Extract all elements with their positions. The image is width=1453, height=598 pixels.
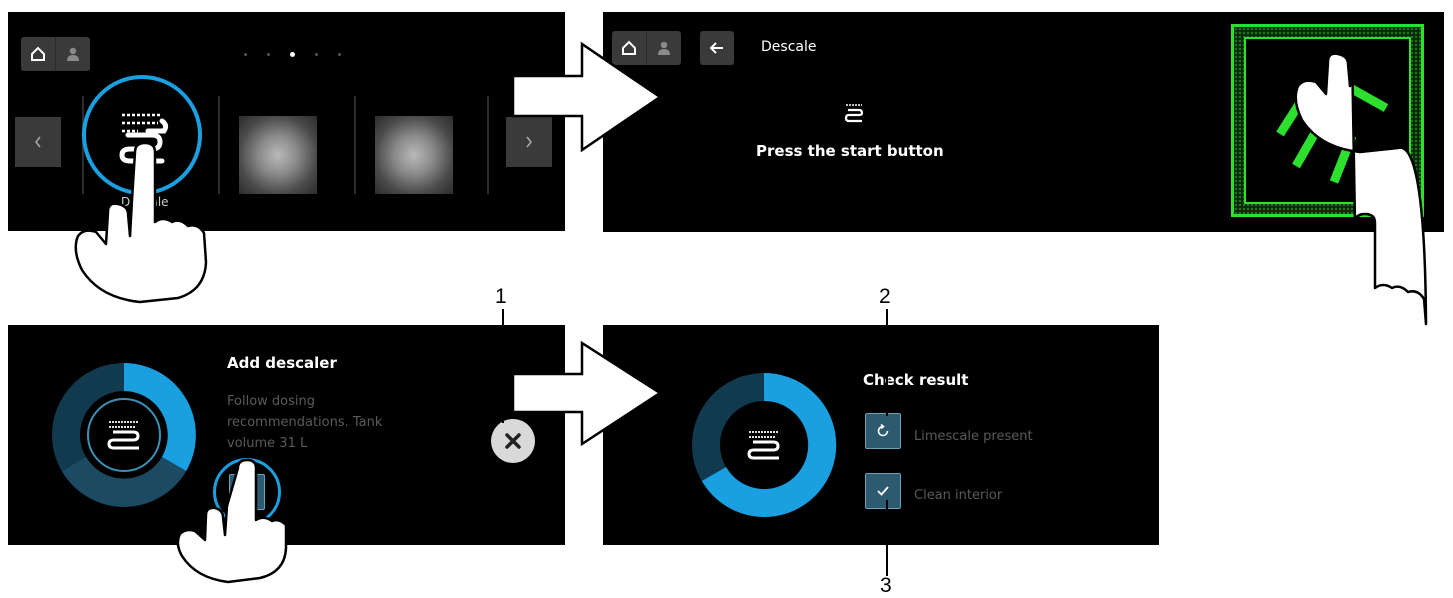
- topbar-buttons: [612, 31, 681, 65]
- chevron-right-icon: [526, 136, 532, 148]
- program-select-screen: Descale: [8, 12, 565, 231]
- screen-title: Add descaler: [227, 354, 337, 372]
- callout-line-2: [886, 309, 888, 416]
- home-button[interactable]: [612, 31, 646, 65]
- page-dot: [315, 53, 318, 56]
- user-icon: [658, 41, 670, 55]
- program-tile[interactable]: [375, 116, 453, 194]
- callout-line-3: [886, 500, 888, 576]
- back-button[interactable]: [700, 31, 734, 65]
- user-button[interactable]: [55, 37, 90, 71]
- page-indicator: [244, 52, 361, 57]
- callout-number-3: 3: [880, 574, 892, 597]
- carousel-prev-button[interactable]: [15, 117, 61, 167]
- check-result-screen: Check result Limescale present Clean int…: [603, 325, 1159, 545]
- start-signal-icon: [1276, 76, 1389, 184]
- user-icon: [67, 47, 79, 61]
- instruction-text: Press the start button: [756, 142, 944, 160]
- start-button-face: [1244, 37, 1411, 204]
- screen-title: Check result: [863, 371, 969, 389]
- descale-icon: [844, 104, 864, 123]
- callout-number-2: 2: [879, 285, 891, 308]
- divider: [354, 96, 356, 194]
- limescale-present-button[interactable]: [865, 413, 901, 449]
- start-button[interactable]: [1231, 24, 1424, 217]
- screen-title: Descale: [761, 39, 817, 55]
- page-dot-active: [290, 52, 295, 57]
- selected-program-descale[interactable]: [82, 75, 202, 195]
- topbar-buttons: [21, 37, 90, 71]
- carousel-next-button[interactable]: [506, 117, 552, 167]
- progress-ring: [692, 372, 837, 517]
- page-dot: [244, 53, 247, 56]
- home-icon: [31, 46, 45, 61]
- option-label: Clean interior: [914, 488, 1003, 503]
- chevron-left-icon: [35, 136, 41, 148]
- option-label: Limescale present: [914, 429, 1033, 444]
- progress-ring: [52, 363, 196, 507]
- program-label: Descale: [121, 195, 169, 209]
- instruction-line: Follow dosing: [227, 394, 315, 409]
- checkmark-icon: [877, 486, 889, 496]
- descale-icon: [119, 113, 169, 164]
- divider: [487, 96, 489, 194]
- close-icon: [505, 433, 521, 449]
- back-arrow-icon: [709, 42, 723, 54]
- instruction-line: recommendations. Tank: [227, 415, 383, 430]
- home-button[interactable]: [21, 37, 55, 71]
- user-button[interactable]: [646, 31, 681, 65]
- callout-number-1: 1: [495, 285, 507, 308]
- repeat-icon: [877, 424, 889, 437]
- descale-start-screen: Descale Press the start button: [603, 12, 1444, 232]
- divider: [218, 96, 220, 194]
- highlight-ring: [213, 458, 281, 526]
- add-descaler-screen: Add descaler Follow dosing recommendatio…: [8, 325, 565, 545]
- cancel-button[interactable]: [491, 419, 535, 463]
- callout-line-1: [502, 309, 504, 423]
- clean-interior-button[interactable]: [865, 473, 901, 509]
- program-tile[interactable]: [239, 116, 317, 194]
- home-icon: [622, 40, 636, 55]
- instruction-line: volume 31 L: [227, 436, 308, 451]
- page-dot: [338, 53, 341, 56]
- page-dot: [267, 53, 270, 56]
